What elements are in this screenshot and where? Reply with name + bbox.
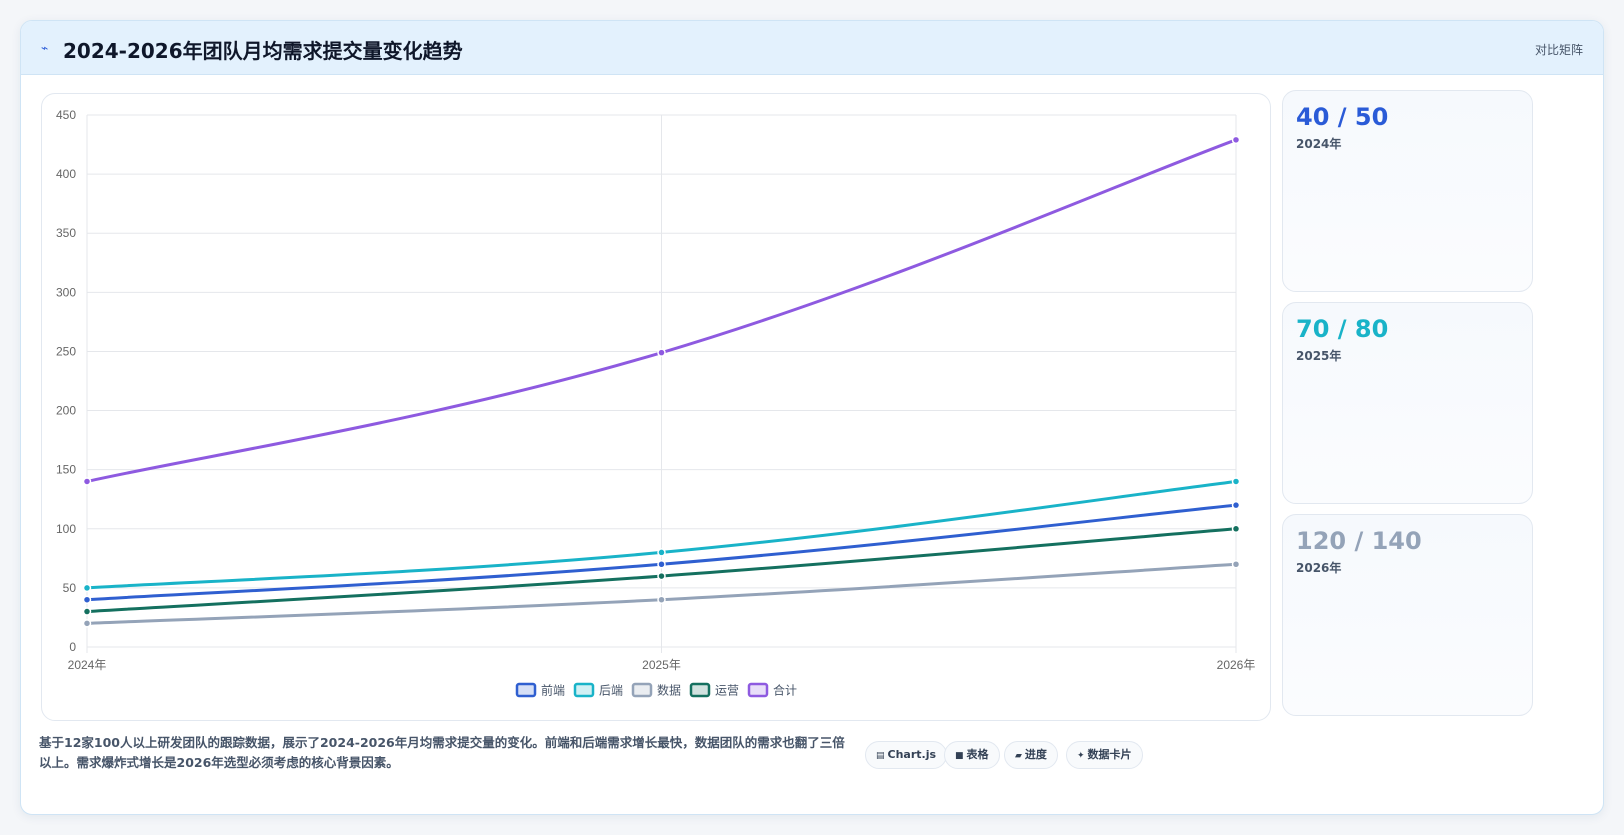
legend-label: 合计 — [773, 683, 797, 698]
data-point — [82, 607, 92, 616]
legend-swatch — [631, 682, 653, 698]
table-icon: ■ — [955, 751, 964, 761]
chart-panel: 0 50 100 150 200 250 300 350 400 450 2024年 2025年 202… — [41, 93, 1271, 721]
compare-matrix-tag[interactable]: 对比矩阵 — [1535, 41, 1583, 58]
legend-label: 前端 — [541, 683, 565, 698]
data-point — [1231, 524, 1241, 534]
legend-swatch — [747, 682, 769, 698]
stat-value: 70 / 80 — [1296, 315, 1389, 343]
stat-label: 2025年 — [1296, 349, 1342, 363]
y-tick-label: 150 — [56, 463, 76, 477]
stat-label: 2024年 — [1296, 137, 1342, 151]
stat-value: 120 / 140 — [1296, 527, 1422, 555]
y-tick-label: 0 — [69, 640, 76, 654]
y-tick-label: 50 — [63, 581, 77, 595]
data-point — [657, 548, 666, 557]
data-card-icon: ✦ — [1077, 751, 1085, 761]
progress-icon: ▰ — [1015, 751, 1022, 761]
chart-title: 2024-2026年团队月均需求提交量变化趋势 — [63, 39, 463, 63]
x-tick-label: 2025年 — [642, 658, 681, 672]
button-label: Chart.js — [887, 748, 937, 761]
data-point — [82, 477, 92, 486]
legend-swatch — [573, 682, 595, 698]
legend-swatch — [689, 682, 711, 698]
y-tick-label: 350 — [56, 226, 76, 240]
button-label: 进度 — [1024, 748, 1047, 761]
y-tick-label: 100 — [56, 522, 76, 536]
data-point — [1231, 477, 1241, 486]
stat-card-2024: 40 / 50 2024年 — [1282, 90, 1533, 292]
x-tick-label: 2026年 — [1217, 658, 1256, 672]
trend-line-icon: ⌁ — [41, 41, 49, 55]
data-point — [82, 583, 92, 593]
data-point — [1231, 135, 1241, 145]
legend-swatch — [515, 682, 537, 698]
stat-value: 40 / 50 — [1296, 103, 1389, 131]
chart-icon: ▤ — [876, 751, 885, 761]
button-label: 表格 — [966, 748, 989, 761]
progress-button[interactable]: ▰ 进度 — [1004, 741, 1058, 769]
y-tick-label: 200 — [56, 404, 76, 418]
line-chart: 0 50 100 150 200 250 300 350 400 450 2024年 2025年 202… — [56, 108, 1256, 698]
legend-label: 数据 — [657, 683, 681, 698]
chart-description: 基于12家100人以上研发团队的跟踪数据，展示了2024-2026年月均需求提交… — [39, 735, 845, 770]
y-tick-label: 450 — [56, 108, 76, 122]
stat-card-2026: 120 / 140 2026年 — [1282, 514, 1533, 716]
chart-card: ⌁ 2024-2026年团队月均需求提交量变化趋势 对比矩阵 0 50 100 150… — [20, 20, 1604, 815]
card-header: ⌁ 2024-2026年团队月均需求提交量变化趋势 对比矩阵 — [21, 21, 1603, 75]
data-point — [657, 559, 666, 569]
data-point — [82, 619, 92, 628]
x-tick-label: 2024年 — [68, 658, 107, 672]
legend-label: 运营 — [715, 684, 739, 698]
y-tick-label: 300 — [56, 285, 76, 299]
y-tick-label: 400 — [56, 167, 76, 181]
stat-label: 2026年 — [1296, 561, 1342, 575]
chartjs-button[interactable]: ▤ Chart.js — [865, 741, 948, 769]
data-point — [82, 595, 92, 604]
y-tick-label: 250 — [56, 344, 76, 358]
data-point — [1231, 559, 1241, 569]
legend-label: 后端 — [599, 684, 623, 698]
data-point — [657, 571, 666, 581]
stat-card-2025: 70 / 80 2025年 — [1282, 302, 1533, 504]
data-point — [657, 595, 666, 604]
data-point — [657, 348, 666, 357]
table-button[interactable]: ■ 表格 — [944, 741, 1000, 769]
data-card-button[interactable]: ✦ 数据卡片 — [1066, 741, 1143, 769]
data-point — [1231, 500, 1241, 510]
button-label: 数据卡片 — [1087, 748, 1132, 761]
